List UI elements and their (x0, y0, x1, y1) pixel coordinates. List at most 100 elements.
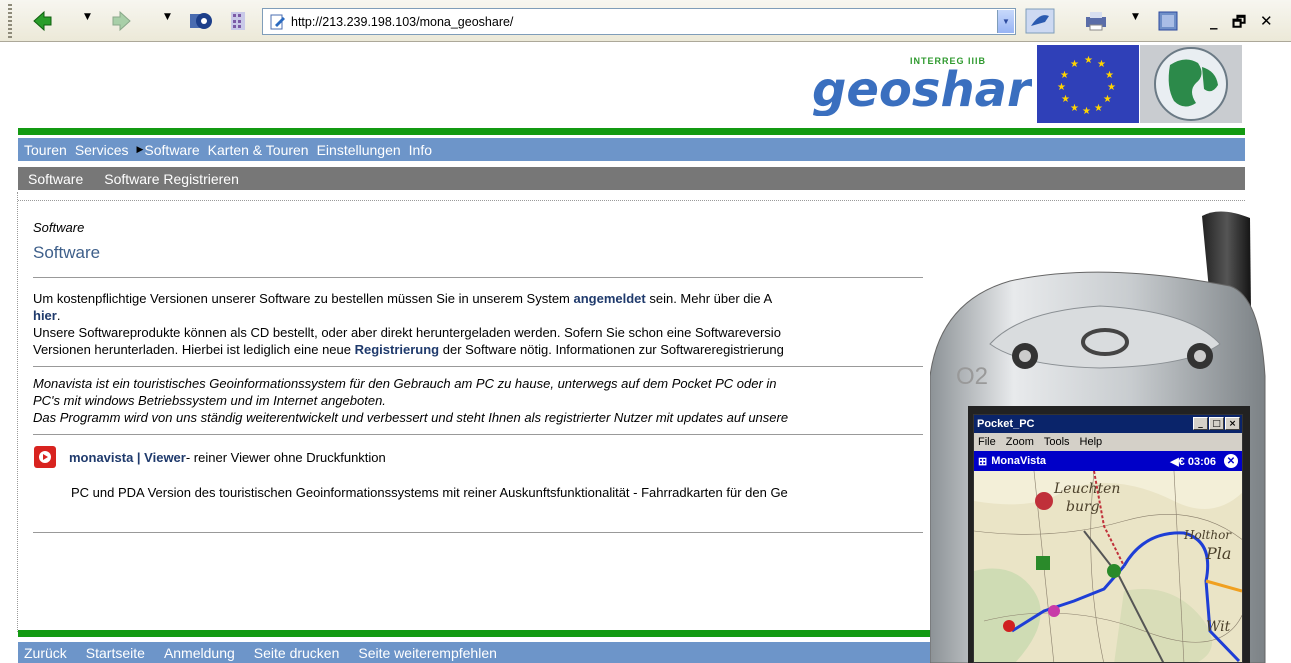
divider (33, 277, 923, 278)
intro-text: Um kostenpflichtige Versionen unserer So… (33, 290, 923, 358)
pda-close-button[interactable]: × (1225, 417, 1240, 430)
windows-flag-icon[interactable]: ⊞ (978, 455, 987, 468)
close-button[interactable]: ✕ (1260, 12, 1273, 30)
nav-services[interactable]: Services (75, 142, 129, 158)
viewer-item: monavista | Viewer - reiner Viewer ohne … (33, 445, 923, 469)
geoshare-logo: INTERREG IIIB geoshare (812, 56, 1032, 116)
viewer-details: PC und PDA Version des touristischen Geo… (71, 485, 788, 500)
angemeldet-link[interactable]: angemeldet (573, 291, 645, 306)
map-label-pla: Pla (1205, 544, 1231, 563)
pda-clock: ◀€ 03:06 (1170, 455, 1216, 468)
url-text: http://213.239.198.103/mona_geoshare/ (291, 14, 514, 29)
subnav-software-registrieren[interactable]: Software Registrieren (104, 171, 239, 187)
divider (33, 434, 923, 435)
back-icon[interactable] (30, 9, 54, 33)
active-arrow-icon: ▶ (136, 144, 144, 154)
subnav-software[interactable]: Software (28, 171, 83, 187)
browser-toolbar: ▼ ▼ http://213.239.198.103/mona_geoshare… (0, 0, 1291, 42)
ital-line-1: Monavista ist ein touristisches Geoinfor… (33, 376, 777, 391)
svg-text:★: ★ (1070, 59, 1079, 70)
restore-button[interactable]: 🗗 (1232, 12, 1246, 37)
sub-nav: Software Software Registrieren (18, 167, 1245, 190)
divider (33, 366, 923, 367)
go-icon[interactable] (1025, 8, 1055, 34)
home-icon[interactable] (226, 9, 250, 33)
viewer-description: - reiner Viewer ohne Druckfunktion (185, 449, 386, 465)
pda-maximize-button[interactable]: □ (1209, 417, 1224, 430)
reload-icon[interactable] (186, 9, 214, 33)
nav-info[interactable]: Info (409, 142, 432, 158)
forward-icon[interactable] (110, 9, 134, 33)
footer-seite-drucken[interactable]: Seite drucken (254, 645, 340, 661)
para3-text: Versionen herunterladen. Hierbei ist led… (33, 342, 355, 357)
pda-menu-help[interactable]: Help (1080, 436, 1103, 448)
svg-text:★: ★ (1070, 103, 1079, 114)
monavista-icon (34, 446, 56, 468)
svg-text:★: ★ (1094, 103, 1103, 114)
svg-text:★: ★ (1084, 55, 1093, 66)
svg-text:★: ★ (1082, 106, 1091, 117)
footer-startseite[interactable]: Startseite (86, 645, 145, 661)
back-dropdown[interactable]: ▼ (84, 12, 91, 22)
eu-flag-logo: ★ ★ ★ ★ ★ ★ ★ ★ ★ ★ ★ ★ (1037, 45, 1139, 123)
breadcrumb: Software (33, 220, 85, 235)
svg-text:★: ★ (1057, 82, 1066, 93)
page-icon (270, 14, 285, 29)
registrierung-link[interactable]: Registrierung (355, 342, 440, 357)
pda-app-close-icon[interactable]: ✕ (1224, 454, 1238, 468)
pda-map[interactable]: Leuchten burg Holthor Pla Wit (974, 471, 1242, 662)
svg-text:★: ★ (1060, 70, 1069, 81)
address-dropdown-icon[interactable]: ▼ (997, 10, 1014, 33)
content-divider (18, 200, 1245, 201)
map-label-holthor: Holthor (1183, 528, 1232, 542)
svg-text:geoshare: geoshare (812, 62, 1032, 116)
pda-window-title: Pocket_PC (977, 418, 1035, 430)
svg-text:★: ★ (1097, 59, 1106, 70)
pda-title-bar: Pocket_PC _ □ × (974, 415, 1242, 433)
para3-text-b: der Software nötig. Informationen zur So… (439, 342, 784, 357)
viewer-link[interactable]: monavista | Viewer (69, 450, 186, 465)
pda-menu-zoom[interactable]: Zoom (1006, 436, 1034, 448)
svg-text:★: ★ (1061, 94, 1070, 105)
map-label-leuchten: Leuchten (1053, 481, 1120, 497)
para1-text: Um kostenpflichtige Versionen unserer So… (33, 291, 574, 306)
ital-line-3: Das Programm wird von uns ständig weiter… (33, 410, 789, 425)
nav-touren[interactable]: Touren (24, 142, 67, 158)
svg-text:★: ★ (1107, 82, 1116, 93)
toolbar-grip[interactable] (8, 4, 12, 38)
para2: Unsere Softwareprodukte können als CD be… (33, 325, 781, 340)
print-dropdown[interactable]: ▼ (1132, 12, 1139, 22)
globe-logo (1140, 45, 1242, 123)
nav-einstellungen[interactable]: Einstellungen (317, 142, 401, 158)
pda-app-bar: ⊞ MonaVista ◀€ 03:06 ✕ (974, 451, 1242, 471)
footer-anmeldung[interactable]: Anmeldung (164, 645, 235, 661)
ital-line-2: PC's mit windows Betriebssystem und im I… (33, 393, 386, 408)
monavista-description: Monavista ist ein touristisches Geoinfor… (33, 375, 923, 426)
map-label-burg: burg (1066, 499, 1100, 515)
nav-karten-touren[interactable]: Karten & Touren (208, 142, 309, 158)
pda-menu-tools[interactable]: Tools (1044, 436, 1070, 448)
pda-screen: Pocket_PC _ □ × File Zoom Tools Help ⊞ M… (973, 414, 1243, 663)
left-border (17, 192, 18, 632)
pda-minimize-button[interactable]: _ (1193, 417, 1208, 430)
pda-menu-file[interactable]: File (978, 436, 996, 448)
footer-zurueck[interactable]: Zurück (24, 645, 67, 661)
minimize-button[interactable]: _ (1210, 12, 1218, 30)
para1-text-c: . (56, 308, 61, 323)
svg-text:★: ★ (1103, 94, 1112, 105)
window-icon[interactable] (1156, 9, 1180, 33)
pda-menu-bar: File Zoom Tools Help (974, 433, 1242, 451)
page-title: Software (33, 243, 101, 262)
o2-brand: O2 (956, 363, 988, 390)
map-label-wit: Wit (1206, 619, 1231, 635)
footer-weiterempfehlen[interactable]: Seite weiterempfehlen (358, 645, 497, 661)
main-nav: Touren Services ▶ Software Karten & Tour… (18, 138, 1245, 161)
nav-software[interactable]: Software (144, 142, 199, 158)
forward-dropdown[interactable]: ▼ (164, 12, 171, 22)
pda-app-title: MonaVista (991, 455, 1047, 467)
print-icon[interactable] (1082, 9, 1110, 33)
para1-text-b: sein. Mehr über die A (645, 291, 773, 306)
address-bar[interactable]: http://213.239.198.103/mona_geoshare/ ▼ (262, 8, 1016, 35)
hier-link[interactable]: hier (33, 308, 57, 323)
top-green-bar (18, 128, 1245, 135)
